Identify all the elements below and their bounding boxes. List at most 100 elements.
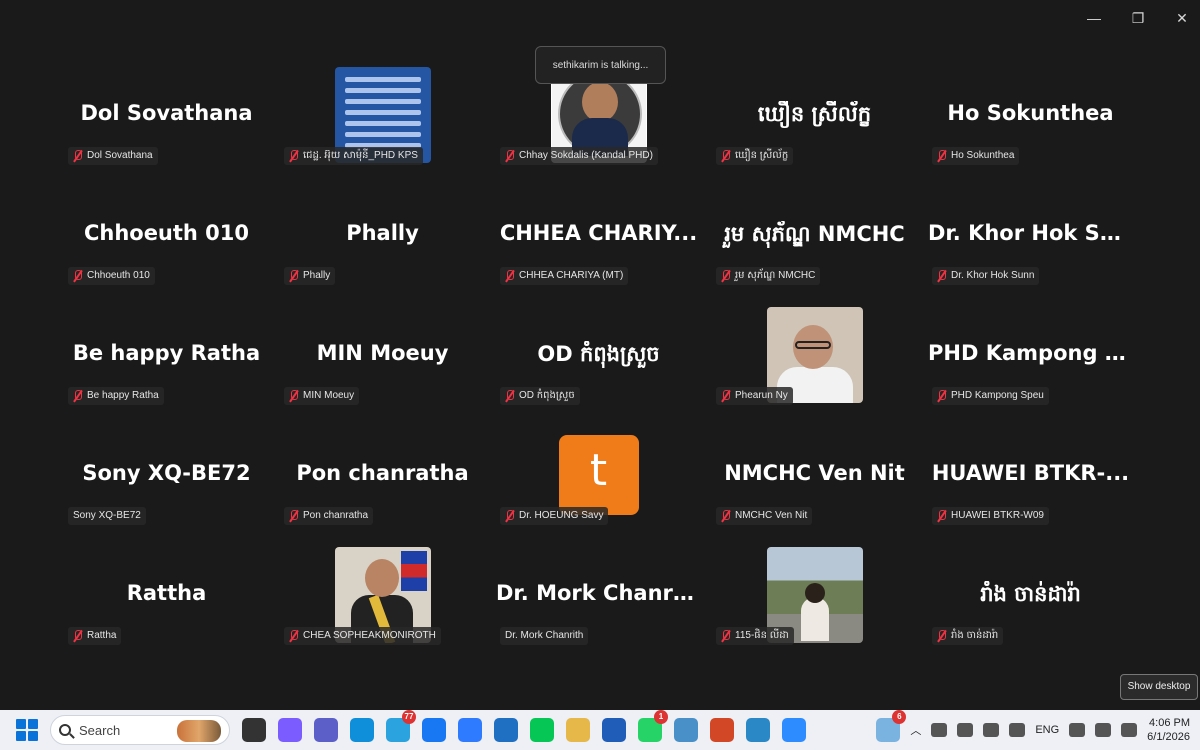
close-button[interactable]: ✕: [1174, 8, 1190, 28]
mic-muted-icon: [721, 150, 731, 162]
mic-muted-icon: [721, 630, 731, 642]
word-icon[interactable]: [602, 718, 626, 742]
mic-muted-icon: [73, 390, 83, 402]
line-icon[interactable]: [530, 718, 554, 742]
participant-name-label: រាំង ចាន់ដារ៉ា: [932, 627, 1004, 645]
participant-tile[interactable]: 115-ផិន លីដា: [708, 535, 921, 653]
participant-tile[interactable]: HUAWEI BTKR-... HUAWEI BTKR-W09: [924, 415, 1137, 533]
teams-icon[interactable]: [314, 718, 338, 742]
participant-tile[interactable]: ឃឿន ស្រីល័ក្ខ ឃឿន ស្រីល័ក្ខ: [708, 55, 921, 173]
participant-name: Ho Sokunthea: [951, 150, 1015, 161]
mic-muted-icon: [289, 150, 299, 162]
zoom-icon[interactable]: [782, 718, 806, 742]
participant-name-label: Be happy Ratha: [68, 387, 164, 405]
participant-name: ជេដ្ឋ. អ៊ុយ សាម៉ុនី_PHD KPS: [303, 150, 418, 161]
participant-gallery: Dol Sovathana Dol Sovathana ជេដ្ឋ. អ៊ុយ សា…: [60, 55, 1140, 655]
folder-icon[interactable]: [566, 718, 590, 742]
mic-muted-icon: [289, 510, 299, 522]
mic-muted-icon: [721, 270, 731, 282]
participant-tile[interactable]: NMCHC Ven Nit NMCHC Ven Nit: [708, 415, 921, 533]
participant-tile[interactable]: Dr. Khor Hok Sunn Dr. Khor Hok Sunn: [924, 175, 1137, 293]
participant-name-label: Ho Sokunthea: [932, 147, 1020, 165]
talking-indicator: sethikarim is talking...: [535, 46, 666, 84]
notification-badge: 77: [402, 710, 416, 724]
participant-display-name: HUAWEI BTKR-...: [931, 461, 1130, 485]
restore-button[interactable]: ❐: [1130, 8, 1146, 28]
participant-name: Dr. HOEUNG Savy: [519, 510, 604, 521]
edge-icon[interactable]: [350, 718, 374, 742]
participant-name: PHD Kampong Speu: [951, 390, 1044, 401]
clock-date: 6/1/2026: [1147, 731, 1190, 743]
onedrive-icon[interactable]: [931, 723, 948, 737]
notification-badge: 1: [654, 710, 668, 724]
participant-display-name: Dol Sovathana: [80, 101, 253, 125]
participant-name-label: 115-ផិន លីដា: [716, 627, 794, 645]
wifi-icon[interactable]: [1069, 723, 1086, 737]
participant-name: រាំង ចាន់ដារ៉ា: [951, 630, 999, 641]
participant-tile[interactable]: Dol Sovathana Dol Sovathana: [60, 55, 273, 173]
weather-icon[interactable]: 6: [876, 710, 907, 742]
participant-name-label: Chhay Sokdalis (Kandal PHD): [500, 147, 658, 165]
participant-tile[interactable]: Phearun Ny: [708, 295, 921, 413]
participant-display-name: រួម សុភ័ណ្ឌ NMCHC: [724, 222, 905, 246]
network-share-icon[interactable]: [957, 723, 974, 737]
participant-name: Phearun Ny: [735, 390, 788, 401]
start-button[interactable]: [16, 719, 38, 741]
participant-tile[interactable]: Be happy Ratha Be happy Ratha: [60, 295, 273, 413]
security-icon[interactable]: [746, 718, 770, 742]
search-placeholder: Search: [79, 722, 121, 738]
mic-muted-icon: [289, 270, 299, 282]
participant-name: Be happy Ratha: [87, 390, 159, 401]
participant-tile[interactable]: PHD Kampong S... PHD Kampong Speu: [924, 295, 1137, 413]
battery-icon[interactable]: [1121, 723, 1138, 737]
participant-name-label: Dr. Khor Hok Sunn: [932, 267, 1040, 285]
participant-name-label: OD កំពុងស្រួច: [500, 387, 580, 405]
messenger-icon[interactable]: [458, 718, 482, 742]
participant-tile[interactable]: CHEA SOPHEAKMONIROTH: [276, 535, 489, 653]
language-indicator[interactable]: ENG: [1035, 724, 1059, 736]
pen-tool-icon[interactable]: [674, 718, 698, 742]
taskbar-search[interactable]: Search: [50, 715, 230, 745]
participant-tile[interactable]: CHHEA CHARIY... CHHEA CHARIYA (MT): [492, 175, 705, 293]
participant-name-label: រួម សុភ័ណ្ឌ NMCHC: [716, 267, 821, 285]
participant-tile[interactable]: Pon chanratha Pon chanratha: [276, 415, 489, 533]
powerpoint-icon[interactable]: [710, 718, 734, 742]
participant-tile[interactable]: Ho Sokunthea Ho Sokunthea: [924, 55, 1137, 173]
participant-tile[interactable]: ជេដ្ឋ. អ៊ុយ សាម៉ុនី_PHD KPS: [276, 55, 489, 173]
participant-tile[interactable]: Rattha Rattha: [60, 535, 273, 653]
participant-tile[interactable]: OD កំពុងស្រួច OD កំពុងស្រួច: [492, 295, 705, 413]
participant-name-label: Dr. Mork Chanrith: [500, 627, 589, 645]
whatsapp-icon[interactable]: 1: [638, 710, 668, 742]
participant-tile[interactable]: t Dr. HOEUNG Savy: [492, 415, 705, 533]
copilot-icon[interactable]: [278, 718, 302, 742]
chevron-up-icon[interactable]: ︿: [910, 722, 921, 738]
participant-name: Dol Sovathana: [87, 150, 153, 161]
telegram-icon[interactable]: 77: [386, 710, 416, 742]
facebook-icon[interactable]: [422, 718, 446, 742]
participant-name-label: Pon chanratha: [284, 507, 374, 525]
participant-name-label: NMCHC Ven Nit: [716, 507, 813, 525]
participant-tile[interactable]: រាំង ចាន់ដារ៉ា រាំង ចាន់ដារ៉ា: [924, 535, 1137, 653]
participant-name: NMCHC Ven Nit: [735, 510, 808, 521]
participant-display-name: Pon chanratha: [296, 461, 469, 485]
participant-tile[interactable]: រួម សុភ័ណ្ឌ NMCHC រួម សុភ័ណ្ឌ NMCHC: [708, 175, 921, 293]
file-explorer-dark-icon[interactable]: [242, 718, 266, 742]
participant-tile[interactable]: Chhoeuth 010 Chhoeuth 010: [60, 175, 273, 293]
display-icon[interactable]: [1009, 723, 1026, 737]
clock[interactable]: 4:06 PM 6/1/2026: [1147, 716, 1190, 744]
participant-display-name: Dr. Khor Hok Sunn: [928, 221, 1137, 245]
participant-display-name: PHD Kampong S...: [928, 341, 1137, 365]
participant-tile[interactable]: Phally Phally: [276, 175, 489, 293]
participant-tile[interactable]: Sony XQ-BE72 Sony XQ-BE72: [60, 415, 273, 533]
store-icon[interactable]: [494, 718, 518, 742]
participant-tile[interactable]: Dr. Mork Chanrith Dr. Mork Chanrith: [492, 535, 705, 653]
participant-display-name: NMCHC Ven Nit: [724, 461, 905, 485]
volume-icon[interactable]: [1095, 723, 1112, 737]
mic-muted-icon: [721, 390, 731, 402]
search-icon: [59, 724, 71, 736]
participant-tile[interactable]: MIN Moeuy MIN Moeuy: [276, 295, 489, 413]
participant-name-label: Dr. HOEUNG Savy: [500, 507, 609, 525]
minimize-button[interactable]: —: [1086, 8, 1102, 28]
keyboard-icon[interactable]: [983, 723, 1000, 737]
mic-muted-icon: [505, 390, 515, 402]
